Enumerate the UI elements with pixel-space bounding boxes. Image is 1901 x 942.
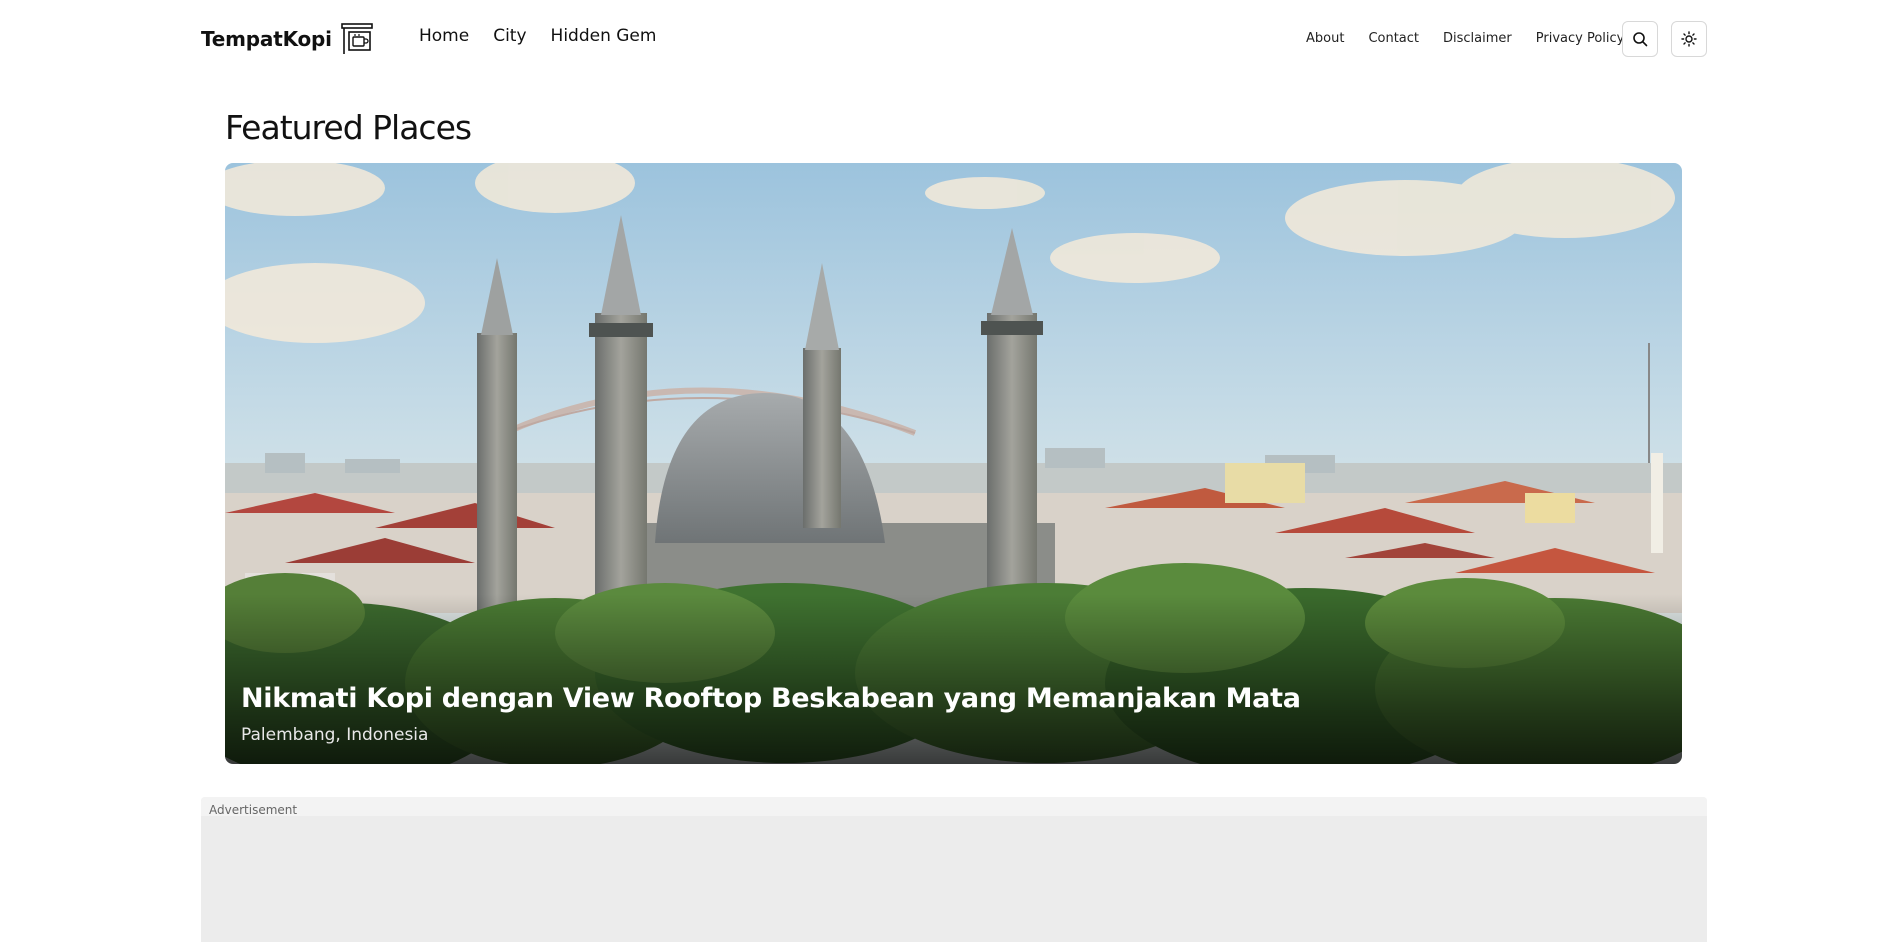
brand-name[interactable]: TempatKopi: [201, 27, 332, 51]
featured-card-title[interactable]: Nikmati Kopi dengan View Rooftop Beskabe…: [241, 683, 1301, 714]
nav-home[interactable]: Home: [419, 26, 469, 46]
theme-toggle-button[interactable]: [1671, 21, 1707, 57]
featured-heading: Featured Places: [225, 108, 472, 147]
secondary-nav: About Contact Disclaimer Privacy Policy: [1306, 31, 1624, 46]
nav-hidden-gem[interactable]: Hidden Gem: [551, 26, 657, 46]
advertisement-header: [201, 797, 1707, 816]
advertisement-slot: Advertisement: [201, 797, 1707, 942]
main-nav: Home City Hidden Gem: [419, 26, 656, 46]
brand[interactable]: TempatKopi: [201, 22, 374, 56]
featured-card-location: Palembang, Indonesia: [241, 725, 429, 745]
nav-city[interactable]: City: [493, 26, 526, 46]
nav-disclaimer[interactable]: Disclaimer: [1443, 31, 1512, 46]
search-icon: [1633, 32, 1648, 47]
coffee-shop-logo-icon: [341, 23, 373, 54]
featured-image-overlay: [225, 594, 1682, 764]
search-button[interactable]: [1622, 21, 1658, 57]
sun-icon: [1681, 31, 1697, 47]
advertisement-label: Advertisement: [209, 803, 298, 817]
nav-contact[interactable]: Contact: [1368, 31, 1419, 46]
featured-card[interactable]: Nikmati Kopi dengan View Rooftop Beskabe…: [225, 163, 1682, 764]
site-header: TempatKopi Home City Hidden Gem About Co…: [0, 0, 1901, 78]
nav-about[interactable]: About: [1306, 31, 1344, 46]
nav-privacy-policy[interactable]: Privacy Policy: [1536, 31, 1625, 46]
